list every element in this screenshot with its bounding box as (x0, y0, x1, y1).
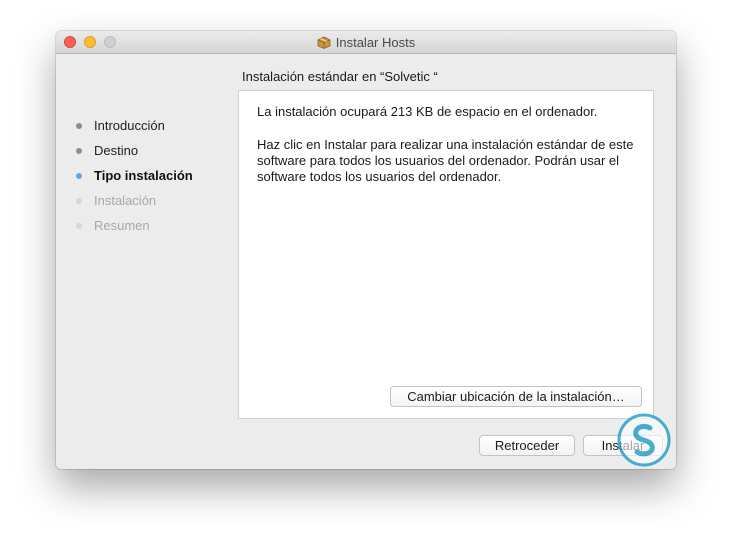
close-button[interactable] (64, 36, 76, 48)
step-bullet (76, 197, 82, 204)
step-label: Resumen (94, 218, 150, 233)
back-button[interactable]: Retroceder (479, 435, 575, 456)
step-bullet (76, 172, 82, 179)
change-location-button[interactable]: Cambiar ubicación de la instalación… (390, 386, 642, 407)
step-instalacion: Instalación (76, 188, 236, 213)
installer-window: Instalar Hosts Instalación estándar en “… (56, 31, 676, 469)
package-icon (317, 36, 331, 49)
install-heading: Instalación estándar en “Solvetic “ (242, 69, 438, 84)
step-bullet (76, 147, 82, 154)
steps-sidebar: Introducción Destino Tipo instalación In… (76, 113, 236, 238)
title-bar[interactable]: Instalar Hosts (56, 31, 676, 54)
window-title: Instalar Hosts (335, 34, 416, 50)
step-destino: Destino (76, 138, 236, 163)
step-bullet (76, 122, 82, 129)
step-label: Instalación (94, 193, 157, 208)
step-introduccion: Introducción (76, 113, 236, 138)
step-label: Tipo instalación (94, 168, 193, 183)
step-label: Introducción (94, 118, 165, 133)
step-resumen: Resumen (76, 213, 236, 238)
install-description: Haz clic en Instalar para realizar una i… (257, 137, 634, 184)
window-controls (64, 36, 116, 48)
watermark-logo (616, 412, 672, 468)
step-bullet (76, 222, 82, 229)
space-required-text: La instalación ocupará 213 KB de espacio… (257, 104, 598, 119)
window-title-group: Instalar Hosts (317, 35, 415, 50)
zoom-button[interactable] (104, 36, 116, 48)
step-tipo-instalacion: Tipo instalación (76, 163, 236, 188)
step-label: Destino (94, 143, 139, 158)
content-panel: La instalación ocupará 213 KB de espacio… (238, 90, 654, 419)
minimize-button[interactable] (84, 36, 96, 48)
